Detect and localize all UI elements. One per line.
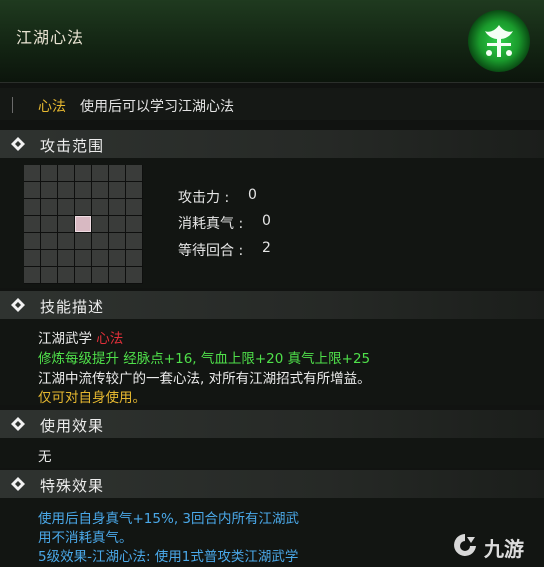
section-skill-description: 技能描述	[0, 291, 544, 319]
stat-label: 消耗真气 :	[178, 216, 244, 232]
range-grid-cell	[92, 199, 108, 215]
stat-label: 等待回合 :	[178, 243, 244, 259]
range-grid-cell	[24, 233, 40, 249]
attack-range-grid	[24, 165, 143, 284]
skill-emblem-icon	[468, 10, 530, 72]
range-grid-cell	[126, 250, 142, 266]
range-grid-cell	[24, 267, 40, 283]
range-grid-cell	[109, 267, 125, 283]
range-grid-cell	[92, 267, 108, 283]
range-grid-cell	[75, 233, 91, 249]
range-grid-cell	[75, 199, 91, 215]
range-grid-cell	[92, 216, 108, 232]
section-diamond-icon	[11, 298, 25, 312]
item-type-row: 心法 使用后可以学习江湖心法	[0, 88, 544, 120]
nine-game-logo-icon	[454, 534, 476, 556]
range-grid-cell	[41, 267, 57, 283]
skill-lore: 江湖中流传较广的一套心法, 对所有江湖招式有所增益。	[38, 371, 371, 387]
use-effect-body	[0, 438, 544, 468]
title-bar: 江湖心法	[0, 0, 544, 82]
stat-value: 2	[262, 240, 271, 256]
range-grid-cell	[92, 233, 108, 249]
use-effect-text: 无	[38, 449, 52, 465]
range-grid-cell	[75, 165, 91, 181]
range-grid-cell	[24, 199, 40, 215]
section-title: 特殊效果	[40, 477, 105, 495]
section-title: 使用效果	[40, 417, 105, 435]
range-grid-cell	[58, 233, 74, 249]
section-diamond-icon	[11, 417, 25, 431]
divider	[0, 82, 544, 83]
range-grid-cell	[41, 233, 57, 249]
skill-category-line: 江湖武学 心法	[38, 327, 123, 347]
range-grid-cell	[92, 182, 108, 198]
stat-energy-cost: 消耗真气 : 0	[178, 213, 271, 233]
skill-target-note: 仅可对自身使用。	[38, 390, 146, 406]
range-grid-cell	[24, 165, 40, 181]
skill-tag: 心法	[96, 331, 124, 347]
range-grid-cell	[75, 250, 91, 266]
section-use-effect: 使用效果	[0, 410, 544, 438]
stat-value: 0	[248, 187, 257, 203]
special-effect-line: 5级效果-江湖心法: 使用1式普攻类江湖武学	[38, 549, 299, 565]
range-grid-cell	[58, 267, 74, 283]
range-grid-cell	[109, 165, 125, 181]
range-grid-cell	[109, 216, 125, 232]
section-diamond-icon	[11, 137, 25, 151]
range-grid-cell	[24, 250, 40, 266]
range-grid-cell	[41, 199, 57, 215]
section-title: 技能描述	[40, 298, 105, 316]
range-grid-cell	[126, 216, 142, 232]
special-effect-line: 用不消耗真气。	[38, 530, 133, 546]
range-grid-cell	[58, 216, 74, 232]
divider	[12, 97, 13, 113]
item-kind: 心法	[38, 99, 66, 115]
range-grid-cell	[75, 182, 91, 198]
range-grid-cell	[92, 250, 108, 266]
stat-wait-turns: 等待回合 : 2	[178, 240, 271, 260]
range-grid-cell	[126, 233, 142, 249]
range-grid-cell	[109, 182, 125, 198]
skill-level-bonus: 修炼每级提升 经脉点+16, 气血上限+20 真气上限+25	[38, 351, 371, 367]
stat-attack: 攻击力 : 0	[178, 187, 257, 207]
range-grid-cell	[41, 216, 57, 232]
range-grid-cell	[126, 267, 142, 283]
range-grid-cell	[126, 165, 142, 181]
section-attack-range: 攻击范围	[0, 130, 544, 158]
range-grid-cell	[75, 267, 91, 283]
section-special-effect: 特殊效果	[0, 470, 544, 498]
section-title: 攻击范围	[40, 137, 105, 155]
watermark: 九游	[450, 529, 540, 563]
range-grid-cell-selected	[75, 216, 91, 232]
range-grid-cell	[24, 216, 40, 232]
range-grid-cell	[41, 182, 57, 198]
item-title: 江湖心法	[16, 28, 85, 47]
stat-label: 攻击力 :	[178, 190, 230, 206]
range-grid-cell	[92, 165, 108, 181]
range-grid-cell	[24, 182, 40, 198]
special-effect-line: 使用后自身真气+15%, 3回合内所有江湖武	[38, 511, 299, 527]
section-diamond-icon	[11, 477, 25, 491]
watermark-text: 九游	[484, 537, 524, 561]
range-grid-cell	[126, 182, 142, 198]
range-grid-cell	[109, 199, 125, 215]
range-grid-cell	[58, 182, 74, 198]
item-type-description: 使用后可以学习江湖心法	[80, 99, 234, 115]
range-grid-cell	[58, 250, 74, 266]
range-grid-cell	[41, 250, 57, 266]
range-grid-cell	[126, 199, 142, 215]
range-grid-cell	[109, 250, 125, 266]
range-grid-cell	[58, 165, 74, 181]
stat-value: 0	[262, 213, 271, 229]
range-grid-cell	[41, 165, 57, 181]
skill-category: 江湖武学	[38, 331, 92, 347]
range-grid-cell	[109, 233, 125, 249]
range-grid-cell	[58, 199, 74, 215]
